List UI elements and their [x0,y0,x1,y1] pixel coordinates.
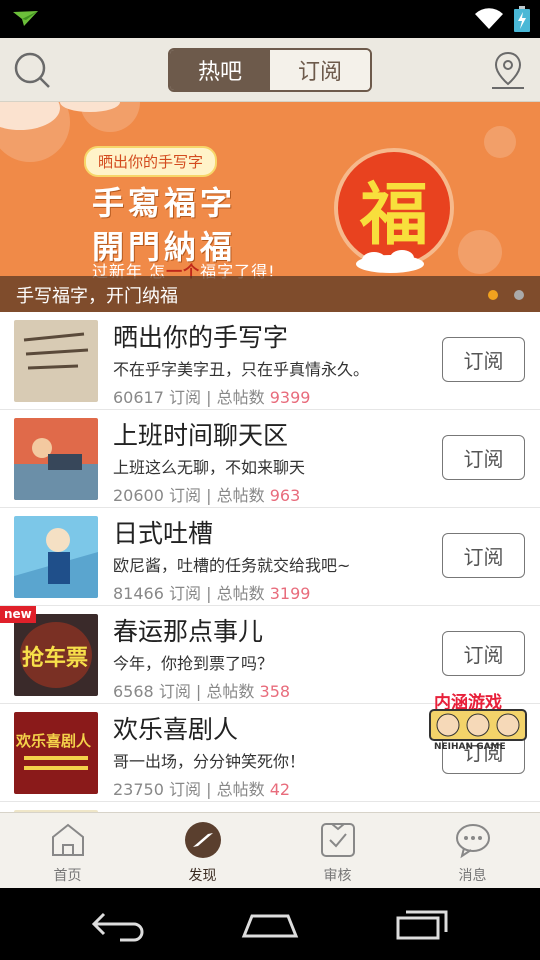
list-item-partial[interactable] [0,802,540,812]
carousel-dot[interactable] [514,290,524,300]
subscribe-button[interactable]: 订阅 [442,631,525,676]
back-icon[interactable] [90,906,150,942]
forum-thumbnail [14,320,98,402]
subscribe-button[interactable]: 订阅 [442,337,525,382]
forum-stats: 23750 订阅 | 总帖数 42 [113,780,291,799]
banner-tag: 晒出你的手写字 [84,146,218,177]
compass-icon [184,822,221,858]
home-icon [51,823,84,856]
promo-banner[interactable]: 晒出你的手写字 手寫福字 開門納福 过新年 怎一个福字了得! 福 手写福字，开门… [0,102,540,312]
nav-label: 审核 [323,868,352,884]
nav-label: 首页 [53,868,82,884]
new-badge: new [0,606,36,623]
nav-review[interactable]: 审核 [270,813,405,888]
tab-subscribed[interactable]: 订阅 [270,50,370,90]
home-button-icon[interactable] [240,906,300,942]
forum-description: 欧尼酱，吐槽的任务就交给我吧~ [113,556,351,575]
wifi-icon [475,8,503,30]
battery-charging-icon [514,6,530,32]
nav-label: 发现 [188,868,217,884]
system-navigation-bar [0,888,540,960]
forum-title: 晒出你的手写字 [113,323,289,352]
search-icon[interactable] [12,50,52,90]
forum-title: 春运那点事儿 [113,617,264,646]
forum-description: 哥一出场，分分钟笑死你！ [113,752,306,771]
cloud-ornament [356,250,424,273]
thumbnail-text: 抢车票 [22,646,89,671]
list-item[interactable]: 日式吐槽 欧尼酱，吐槽的任务就交给我吧~ 81466 订阅 | 总帖数 3199… [0,508,540,606]
forum-stats: 20600 订阅 | 总帖数 963 [113,486,301,505]
forum-description: 今年，你抢到票了吗？ [113,654,274,673]
game-subtitle: NEIHAN GAME [434,742,506,752]
list-item[interactable]: 晒出你的手写字 不在乎字美字丑，只在乎真情永久。 60617 订阅 | 总帖数 … [0,312,540,410]
forum-stats: 6568 订阅 | 总帖数 358 [113,682,291,701]
thumbnail-text: 欢乐喜剧人 [16,732,92,750]
forum-stats: 81466 订阅 | 总帖数 3199 [113,584,311,603]
tab-hot[interactable]: 热吧 [170,50,270,90]
banner-caption: 手写福字，开门纳福 [16,286,178,307]
bottom-navigation: 首页 发现 审核 消息 [0,812,540,888]
location-pin-icon[interactable] [490,50,526,92]
banner-caption-bar: 手写福字，开门纳福 [0,276,540,312]
subscribe-button[interactable]: 订阅 [442,435,525,480]
forum-stats: 60617 订阅 | 总帖数 9399 [113,388,311,407]
nav-home[interactable]: 首页 [0,813,135,888]
forum-thumbnail: 欢乐喜剧人 [14,712,98,794]
neihan-game-floating-button[interactable]: 内涵游戏 NEIHAN GAME [428,688,528,754]
forum-title: 日式吐槽 [113,519,214,548]
status-bar [0,0,540,38]
chat-bubble-icon [455,824,490,859]
app-notification-icon [13,11,38,26]
nav-label: 消息 [458,868,487,884]
feed-segmented-control: 热吧 订阅 [168,48,372,92]
forum-title: 上班时间聊天区 [113,421,289,450]
nav-messages[interactable]: 消息 [405,813,540,888]
forum-description: 不在乎字美字丑，只在乎真情永久。 [113,360,370,379]
forum-thumbnail: 抢车票 [14,614,98,696]
game-faces-icon [429,709,527,741]
cloud-decoration [0,102,120,130]
forum-title: 欢乐喜剧人 [113,715,239,744]
forum-description: 上班这么无聊，不如来聊天 [113,458,306,477]
review-check-icon [320,823,355,857]
subscribe-button[interactable]: 订阅 [442,533,525,578]
forum-thumbnail [14,418,98,500]
forum-thumbnail [14,516,98,598]
top-app-bar: 热吧 订阅 [0,38,540,102]
carousel-dot-active[interactable] [488,290,498,300]
nav-discover[interactable]: 发现 [135,813,270,888]
list-item[interactable]: 上班时间聊天区 上班这么无聊，不如来聊天 20600 订阅 | 总帖数 963 … [0,410,540,508]
recents-icon[interactable] [394,906,450,942]
banner-headline-1: 手寫福字 [92,184,237,222]
